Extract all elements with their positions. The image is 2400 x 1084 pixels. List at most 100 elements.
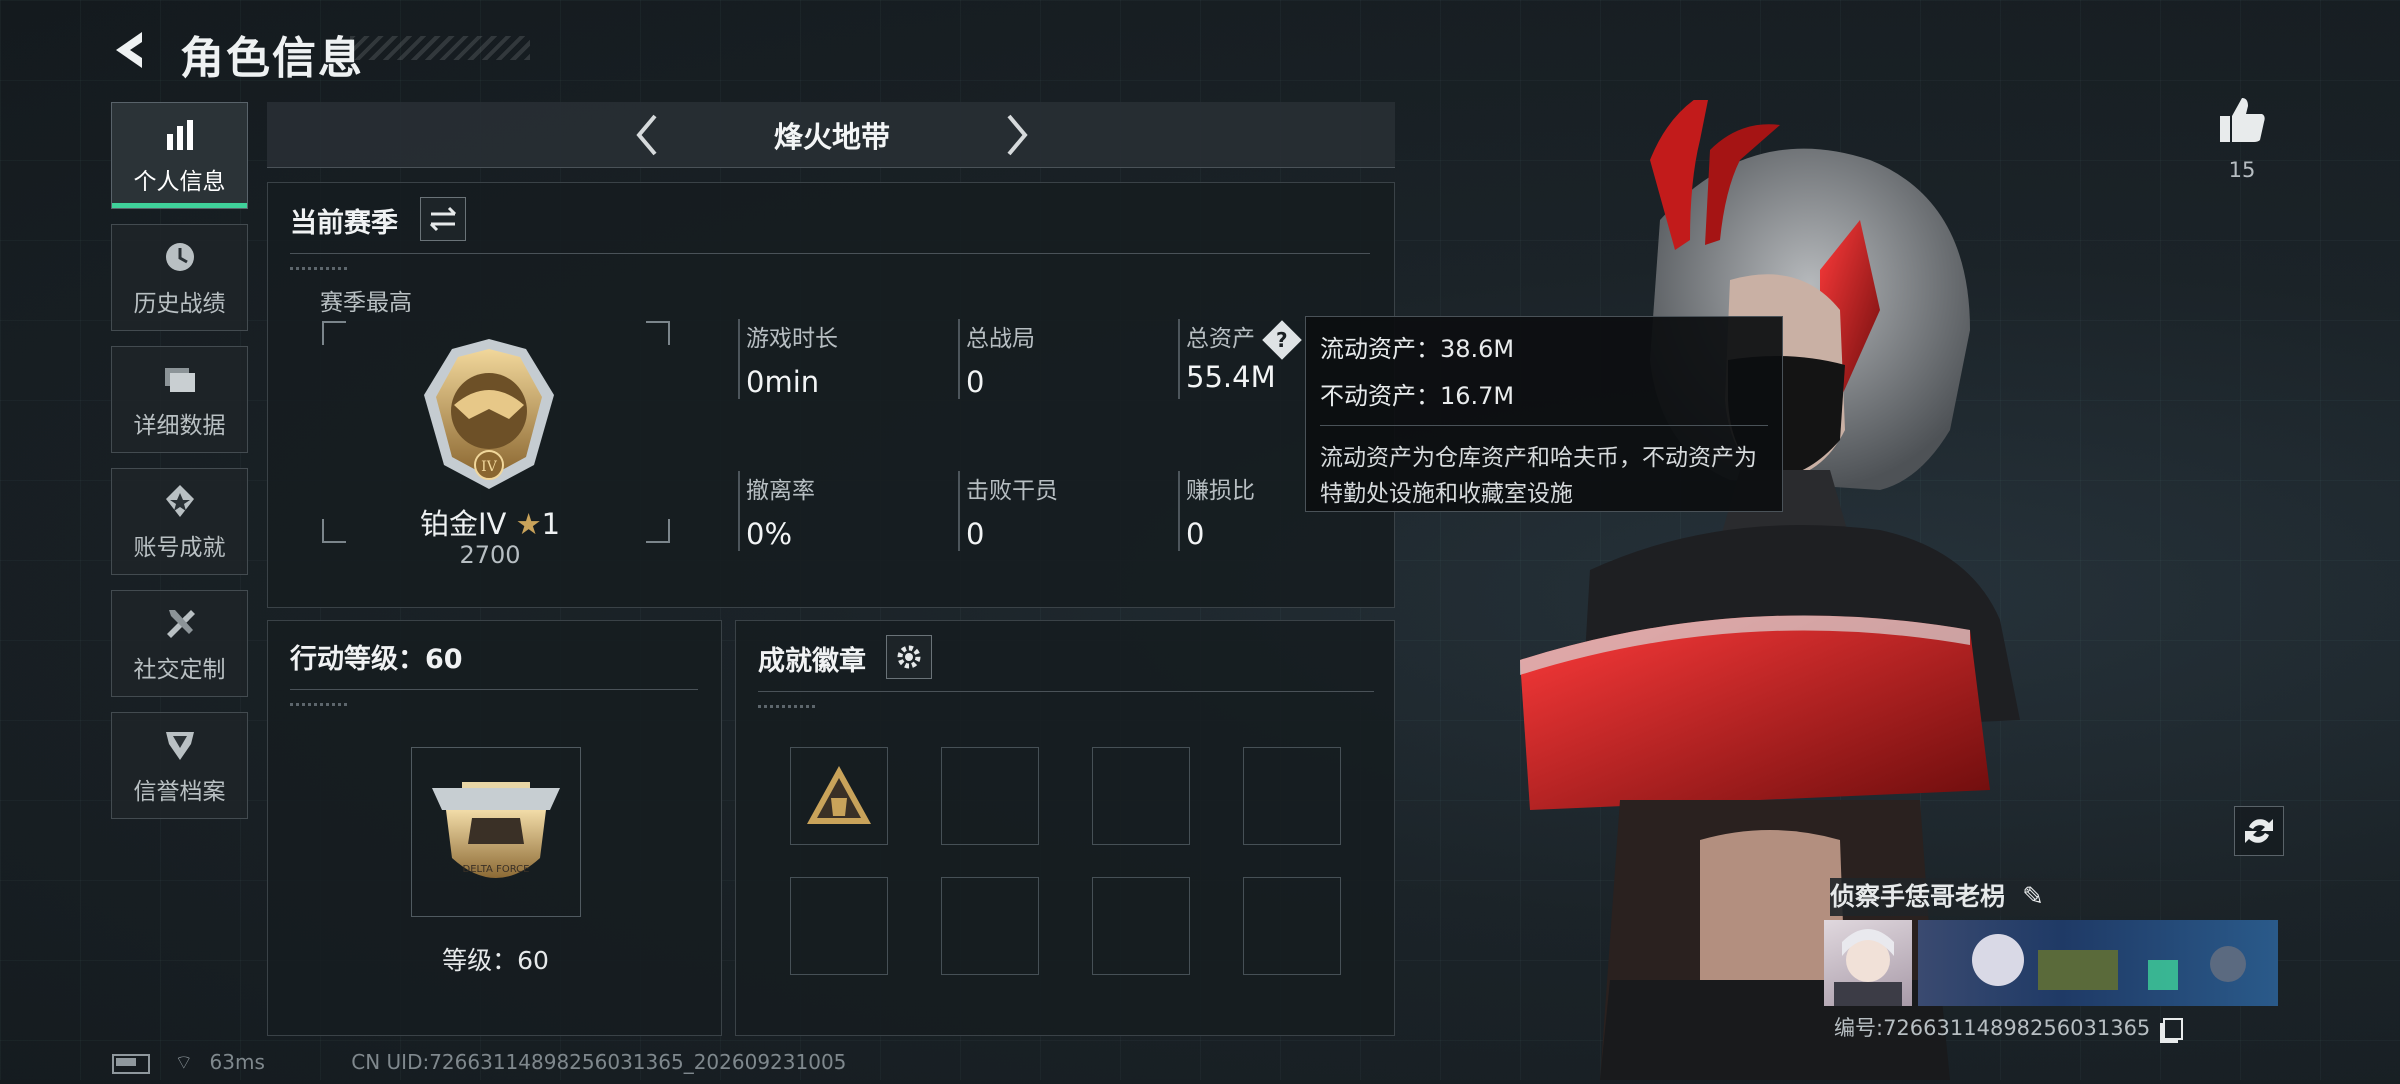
- stat-label: 撤离率: [746, 478, 815, 504]
- svg-text:IV: IV: [481, 459, 498, 475]
- wifi-icon: ⌔: [174, 1050, 194, 1074]
- section-title: 当前赛季: [290, 208, 398, 239]
- badge-slot[interactable]: [790, 877, 888, 975]
- like-button[interactable]: [2214, 92, 2270, 148]
- rank-star-icon: ★: [515, 507, 542, 541]
- rotate-view-button[interactable]: [2234, 806, 2284, 856]
- sidebar-item-social[interactable]: 社交定制: [111, 590, 248, 697]
- folders-icon: [164, 367, 195, 392]
- player-uid: 编号:72663114898256031365: [1834, 1012, 2183, 1042]
- player-name-row: 侦察手恁哥老枴 ✎: [1830, 878, 2290, 916]
- ping-text: 63ms: [209, 1050, 265, 1074]
- helicopter-emblem-icon: DELTA FORCE: [432, 782, 560, 878]
- edit-name-icon[interactable]: ✎: [2022, 882, 2044, 912]
- badge-slot[interactable]: [1092, 747, 1190, 845]
- previous-mode-button[interactable]: [627, 112, 667, 158]
- next-mode-button[interactable]: [997, 112, 1037, 158]
- player-avatar[interactable]: [1824, 920, 1912, 1006]
- stat-total-matches: 总战局 0: [958, 319, 1158, 399]
- back-button[interactable]: [110, 28, 150, 72]
- divider: [290, 689, 698, 690]
- rank-line: 铂金IV ★1: [328, 501, 652, 543]
- achievement-star-icon: [165, 484, 194, 517]
- triangle-badge-icon: [807, 766, 871, 824]
- level-text: 等级：60: [442, 946, 549, 975]
- battery-icon: [112, 1053, 150, 1074]
- badge-slot[interactable]: [1092, 877, 1190, 975]
- badge-slot[interactable]: [941, 877, 1039, 975]
- current-season-panel: 当前赛季 赛季最高 IV 铂金IV ★1 2700 游戏时长 0min 总战局 …: [267, 182, 1395, 608]
- stat-label: 击败干员: [966, 478, 1058, 504]
- player-uid-text: 编号:72663114898256031365: [1834, 1016, 2151, 1040]
- emblem-text: DELTA FORCE: [463, 864, 530, 875]
- sidebar-item-label: 历史战绩: [133, 290, 226, 317]
- like-count: 15: [2228, 158, 2256, 182]
- header-bar: 角色信息: [110, 22, 570, 84]
- gear-icon: [897, 645, 921, 669]
- stat-value: 0: [966, 517, 985, 551]
- stat-label: 游戏时长: [746, 326, 838, 352]
- back-arrow-icon: [116, 32, 142, 68]
- refresh-icon: [2245, 819, 2273, 843]
- tools-icon: [166, 609, 195, 638]
- sidebar-item-achievements[interactable]: 账号成就: [111, 468, 248, 575]
- bar-chart-icon: [166, 119, 193, 150]
- badge-slot[interactable]: [941, 747, 1039, 845]
- sidebar-item-label: 个人信息: [133, 168, 226, 195]
- clock-history-icon: [165, 242, 194, 271]
- player-banner[interactable]: [1918, 920, 2278, 1006]
- rank-stars: 1: [541, 507, 561, 541]
- tooltip-divider: [1320, 425, 1768, 426]
- status-bar: ⌔ 63ms CN UID:72663114898256031365_20260…: [112, 1050, 1012, 1076]
- help-icon[interactable]: ?: [1262, 319, 1303, 360]
- tooltip-liquid-assets: 流动资产：38.6M: [1320, 335, 1515, 363]
- assets-tooltip: 流动资产：38.6M 不动资产：16.7M 流动资产为仓库资产和哈夫币，不动资产…: [1305, 316, 1783, 512]
- rank-name: 铂金IV: [419, 507, 507, 541]
- badge-slot[interactable]: [1243, 747, 1341, 845]
- page-title: 角色信息: [180, 33, 364, 84]
- stat-play-time: 游戏时长 0min: [738, 319, 938, 399]
- player-name: 侦察手恁哥老枴: [1830, 882, 2006, 911]
- season-switch-button[interactable]: [420, 197, 466, 241]
- divider: [758, 691, 1374, 692]
- frame-corner: [646, 321, 670, 345]
- uid-text: CN UID:72663114898256031365_202609231005: [351, 1050, 847, 1074]
- action-level-panel: 行动等级：60 DELTA FORCE 等级：60: [267, 620, 722, 1036]
- thumbs-up-icon: [2220, 98, 2265, 142]
- rank-points: 2700: [459, 541, 521, 569]
- title-decoration: [350, 36, 530, 60]
- chevron-left-icon: [636, 114, 657, 156]
- frame-corner: [322, 321, 346, 345]
- stat-value: 0min: [746, 365, 820, 399]
- tooltip-note: 流动资产为仓库资产和哈夫币，不动资产为特勤处设施和收藏室设施: [1320, 445, 1757, 507]
- section-title: 行动等级：60: [290, 644, 463, 675]
- copy-icon[interactable]: [2162, 1018, 2183, 1040]
- level-emblem-frame: DELTA FORCE: [411, 747, 581, 917]
- stat-value: 0%: [746, 517, 793, 551]
- shield-badge-icon: [165, 731, 194, 760]
- season-best-label: 赛季最高: [320, 290, 412, 316]
- sidebar: 个人信息 历史战绩 详细数据 账号成就 社交定制 信誉档案: [111, 102, 251, 822]
- sidebar-item-reputation[interactable]: 信誉档案: [111, 712, 248, 819]
- stat-operators-defeated: 击败干员 0: [958, 471, 1158, 551]
- divider-tick: [290, 703, 350, 706]
- chevron-right-icon: [1007, 114, 1028, 156]
- sidebar-item-label: 详细数据: [133, 412, 226, 439]
- stat-label: 总战局: [966, 326, 1035, 352]
- swap-icon: [429, 206, 457, 232]
- player-card: 侦察手恁哥老枴 ✎ 编号:72663114898256031365: [1820, 878, 2290, 1040]
- sidebar-item-detailed-data[interactable]: 详细数据: [111, 346, 248, 453]
- rank-emblem: IV: [414, 335, 564, 493]
- sidebar-item-history[interactable]: 历史战绩: [111, 224, 248, 331]
- badge-settings-button[interactable]: [886, 635, 932, 679]
- sidebar-item-label: 账号成就: [133, 534, 226, 561]
- badge-slot[interactable]: [1243, 877, 1341, 975]
- achievement-badges-panel: 成就徽章: [735, 620, 1395, 1036]
- badge-slot[interactable]: [790, 747, 888, 845]
- stat-value: 0: [1186, 517, 1205, 551]
- sidebar-item-profile[interactable]: 个人信息: [111, 102, 248, 209]
- mode-label: 烽火地带: [773, 120, 890, 154]
- tooltip-fixed-assets: 不动资产：16.7M: [1320, 382, 1515, 410]
- mode-selector: 烽火地带: [267, 102, 1395, 168]
- sidebar-item-label: 社交定制: [133, 656, 226, 683]
